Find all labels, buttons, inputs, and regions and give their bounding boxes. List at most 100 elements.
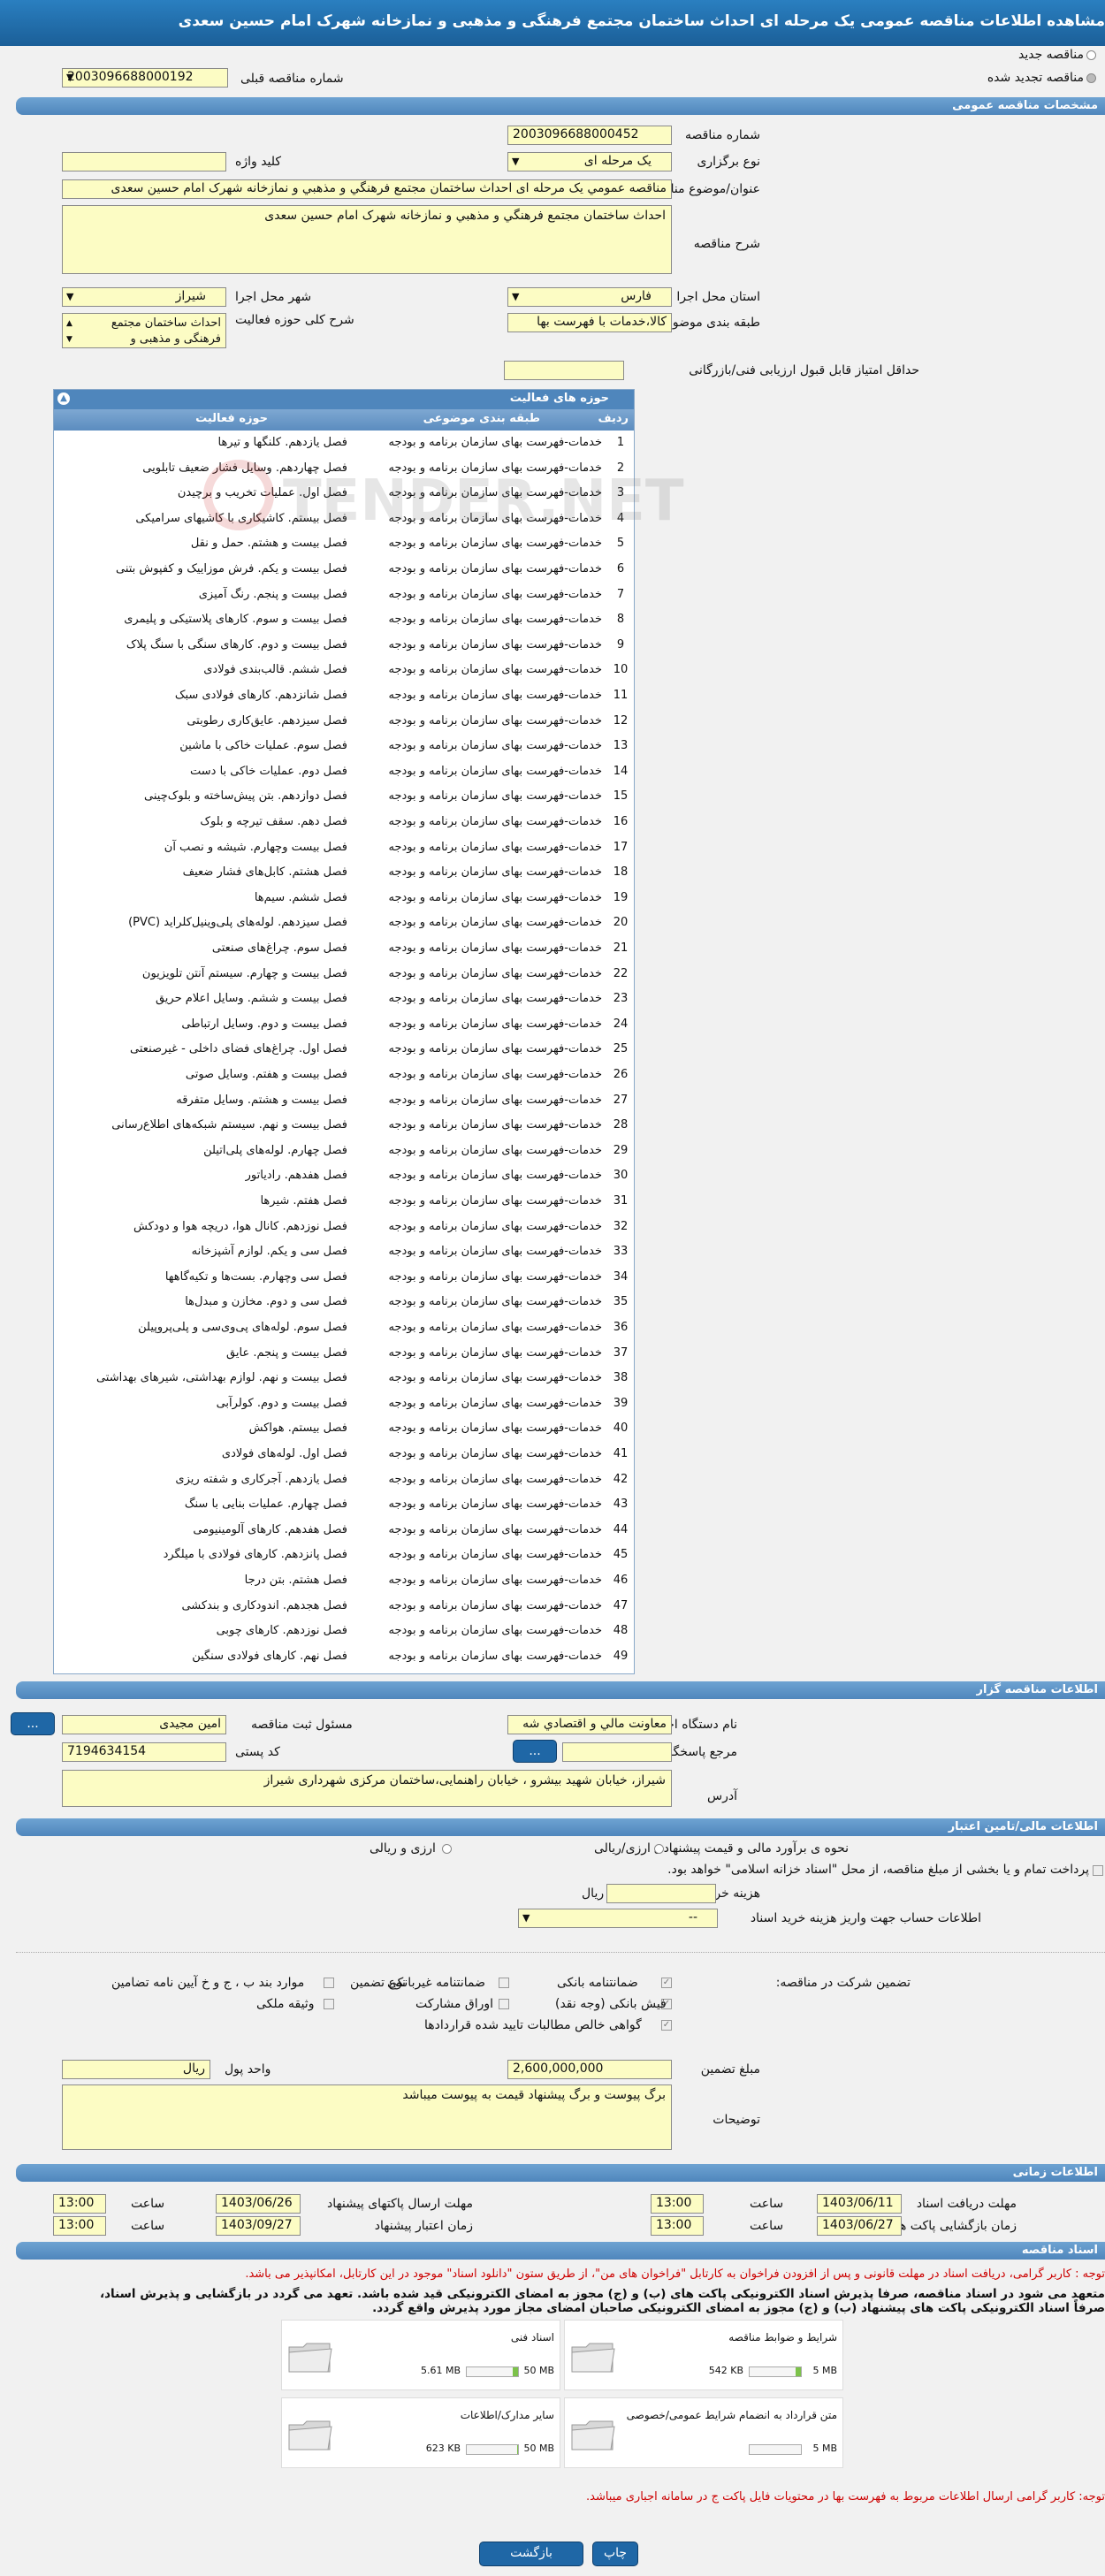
table-row: 15 خدمات-فهرست بهای سازمان برنامه و بودجه… <box>54 784 634 809</box>
renewed-tender-label: مناقصه تجدید شده <box>987 71 1084 85</box>
row-category: خدمات-فهرست بهای سازمان برنامه و بودجه <box>388 1345 602 1360</box>
doc-file-progress <box>466 2366 519 2377</box>
print-button[interactable]: چاپ <box>592 2542 638 2566</box>
property-checkbox[interactable] <box>324 1999 334 2009</box>
section-docs: اسناد مناقصه <box>16 2242 1105 2260</box>
row-field: فصل پانزدهم. کارهای فولادی با میلگرد <box>163 1548 347 1562</box>
doc-file-tile[interactable]: اسناد فنی 50 MB 5.61 MB <box>281 2320 560 2390</box>
bonds-label: اوراق مشارکت <box>415 1997 494 2011</box>
min-score-label: حداقل امتياز قابل قبول ارزيابی فنی/بازرگ… <box>689 363 919 377</box>
province-label: استان محل اجرا <box>676 290 760 304</box>
row-field: فصل بیست و سوم. کارهای پلاستیکی و پلیمری <box>124 613 347 627</box>
clause-checkbox[interactable] <box>324 1978 334 1988</box>
valid-time[interactable]: 13:00 <box>53 2216 106 2236</box>
row-category: خدمات-فهرست بهای سازمان برنامه و بودجه <box>388 1042 602 1056</box>
recv-time[interactable]: 13:00 <box>651 2194 704 2214</box>
desc-textarea[interactable]: احداث ساختمان مجتمع فرهنگي و مذهبي و نما… <box>62 205 672 274</box>
province-select[interactable]: ▼ فارس <box>507 287 672 307</box>
valid-date[interactable]: 1403/09/27 <box>216 2216 301 2236</box>
account-select[interactable]: ▼ -- <box>518 1909 718 1928</box>
send-time[interactable]: 13:00 <box>53 2194 106 2214</box>
table-row: 27 خدمات-فهرست بهای سازمان برنامه و بودجه… <box>54 1088 634 1113</box>
currency-field[interactable]: ریال <box>62 2060 210 2079</box>
fx-rial-radio[interactable] <box>442 1844 452 1854</box>
row-category: خدمات-فهرست بهای سازمان برنامه و بودجه <box>388 1143 602 1157</box>
guarantee-label: تضمین شرکت در مناقصه: <box>775 1976 911 1990</box>
chevron-down-icon: ▼ <box>66 72 74 83</box>
estimate-label: نحوه ی برآورد مالی و قیمت پیشنهادی <box>653 1841 849 1856</box>
fx-rial-label: ارزی و ریالی <box>370 1841 436 1856</box>
collapse-icon[interactable]: ▲ <box>57 392 70 405</box>
new-tender-radio[interactable] <box>1086 50 1096 60</box>
type-select[interactable]: ▼ یک مرحله ای <box>507 152 672 171</box>
row-number: 21 <box>613 941 629 955</box>
row-field: فصل هفدهم. رادیاتور <box>245 1169 347 1183</box>
prev-number-select[interactable]: ▼ 2003096688000192 <box>62 68 228 88</box>
scope-field[interactable]: احداث ساختمان مجتمع فرهنگی و مذهبی و ▲ ▼ <box>62 313 226 348</box>
send-label: مهلت ارسال پاکتهای پیشنهاد <box>326 2197 473 2211</box>
responsible-field[interactable]: امين مجيدی <box>62 1715 226 1734</box>
row-category: خدمات-فهرست بهای سازمان برنامه و بودجه <box>388 1194 602 1208</box>
row-field: فصل نوزدهم. کانال هوا، دریچه هوا و دودکش <box>133 1219 347 1233</box>
doc-file-name: اسناد فنی <box>510 2331 554 2344</box>
org-field[interactable]: معاونت مالي و اقتصادي شه <box>507 1715 672 1734</box>
open-date[interactable]: 1403/06/27 <box>817 2216 902 2236</box>
ref-input[interactable] <box>562 1742 672 1762</box>
row-number: 20 <box>613 916 629 930</box>
city-select[interactable]: ▼ شیراز <box>62 287 226 307</box>
table-row: 47 خدمات-فهرست بهای سازمان برنامه و بودجه… <box>54 1594 634 1619</box>
folder-icon <box>287 2338 333 2375</box>
table-row: 44 خدمات-فهرست بهای سازمان برنامه و بودجه… <box>54 1518 634 1543</box>
doc-file-tile[interactable]: سایر مدارک/اطلاعات 50 MB 623 KB <box>281 2397 560 2468</box>
col-category: طبقه بندی موضوعی <box>423 412 540 425</box>
renewed-tender-radio[interactable] <box>1086 73 1096 83</box>
address-field[interactable]: شیراز، خیابان شهید بیشرو ، خیابان راهنما… <box>62 1770 672 1807</box>
category-field[interactable]: کالا،خدمات با فهرست بها <box>507 313 672 332</box>
postal-field[interactable]: 7194634154 <box>62 1742 226 1762</box>
bank-checkbox[interactable]: ✓ <box>661 1978 672 1988</box>
row-field: فصل دهم. سقف تیرچه و بلوک <box>200 815 347 828</box>
col-field: حوزه فعالیت <box>195 412 268 425</box>
doc-file-tile[interactable]: متن قرارداد به انضمام شرایط عمومی/خصوصی 5… <box>564 2397 843 2468</box>
receivables-checkbox[interactable]: ✓ <box>661 2020 672 2031</box>
table-row: 11 خدمات-فهرست بهای سازمان برنامه و بودجه… <box>54 683 634 708</box>
row-number: 24 <box>613 1017 629 1031</box>
notes-field[interactable]: برگ پیوست و برگ پیشنهاد قیمت به پیوست می… <box>62 2084 672 2150</box>
tender-number-field[interactable]: 2003096688000452 <box>507 126 672 145</box>
row-field: فصل بیست و یکم. فرش موزاییک و کفپوش بتنی <box>115 562 347 575</box>
amount-field[interactable]: 2,600,000,000 <box>507 2060 672 2079</box>
row-number: 17 <box>613 840 629 854</box>
responsible-more-button[interactable]: ... <box>11 1712 55 1735</box>
cash-label: فیش بانکی (وجه نقد) <box>555 1997 667 2011</box>
keyword-input[interactable] <box>62 152 226 171</box>
subject-field[interactable]: مناقصه عمومي يک مرحله ای احداث ساختمان م… <box>62 179 672 199</box>
scroll-arrows-icon[interactable]: ▲ ▼ <box>66 316 72 347</box>
recv-date[interactable]: 1403/06/11 <box>817 2194 902 2214</box>
recv-label: مهلت دریافت اسناد <box>916 2197 1017 2211</box>
open-time[interactable]: 13:00 <box>651 2216 704 2236</box>
row-field: فصل هشتم. بتن درجا <box>244 1574 347 1587</box>
doc-cost-input[interactable] <box>606 1884 716 1903</box>
row-category: خدمات-فهرست بهای سازمان برنامه و بودجه <box>388 739 602 753</box>
row-field: فصل سیزدهم. عایق‌کاری رطوبتی <box>187 713 347 728</box>
doc-files: شرایط و ضوابط مناقصه 5 MB 542 KB اسناد فنی 5… <box>0 0 1105 2468</box>
row-number: 45 <box>613 1548 629 1562</box>
row-field: فصل بیست و چهارم. سیستم آنتن تلویزیون <box>141 966 347 980</box>
row-field: فصل اول. چراغ‌های فضای داخلی - غیرصنعتی <box>130 1042 347 1056</box>
watermark-logo: TENDER.NET <box>203 451 684 557</box>
row-number: 26 <box>613 1068 629 1081</box>
send-date[interactable]: 1403/06/26 <box>216 2194 301 2214</box>
ref-more-button[interactable]: ... <box>513 1740 557 1763</box>
row-field: فصل سی و یکم. لوازم آشپزخانه <box>191 1245 347 1259</box>
back-button[interactable]: بازگشت <box>479 2542 583 2566</box>
doc-file-tile[interactable]: شرایط و ضوابط مناقصه 5 MB 542 KB <box>564 2320 843 2390</box>
row-field: فصل شانزدهم. کارهای فولادی سبک <box>174 689 347 702</box>
row-number: 7 <box>616 587 625 601</box>
table-row: 30 خدمات-فهرست بهای سازمان برنامه و بودجه… <box>54 1163 634 1188</box>
bonds-checkbox[interactable] <box>499 1999 509 2009</box>
treasury-checkbox[interactable] <box>1093 1865 1103 1876</box>
rial-radio[interactable] <box>654 1844 664 1854</box>
page-header: مشاهده اطلاعات مناقصه عمومی یک مرحله ای … <box>0 0 1105 46</box>
min-score-input[interactable] <box>504 361 624 380</box>
nonbank-checkbox[interactable] <box>499 1978 509 1988</box>
